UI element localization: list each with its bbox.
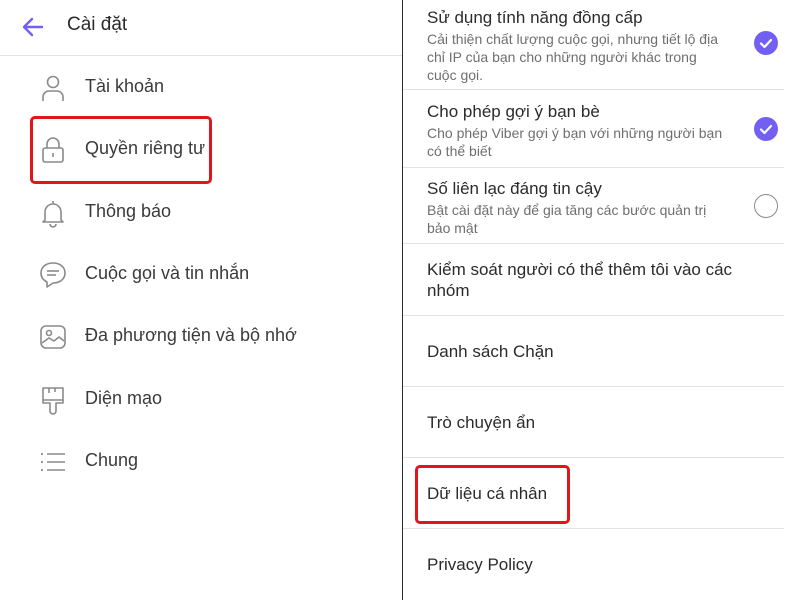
list-icon [41, 453, 65, 471]
setting-description: Cho phép Viber gợi ý bạn với những người… [427, 125, 723, 159]
sidebar-item-label: Cuộc gọi và tin nhắn [85, 263, 250, 283]
sidebar-item-privacy[interactable]: Quyền riêng tư [0, 125, 402, 175]
link-label: Danh sách Chặn [427, 342, 554, 361]
privacy-settings-panel: Sử dụng tính năng đồng cấp Cải thiện chấ… [403, 0, 800, 600]
check-icon [759, 124, 773, 135]
link-label: Kiểm soát người có thể thêm tôi vào các … [427, 260, 733, 300]
setting-friend-suggestions[interactable]: Cho phép gợi ý bạn bè Cho phép Viber gợi… [403, 90, 784, 168]
link-personal-data[interactable]: Dữ liệu cá nhân [403, 458, 784, 529]
setting-description: Bật cài đặt này để gia tăng các bước quả… [427, 202, 707, 236]
sidebar-item-label: Tài khoản [85, 76, 165, 96]
link-label: Privacy Policy [427, 555, 533, 574]
sidebar-item-label: Diện mạo [85, 388, 163, 408]
app-bar: Cài đặt [0, 0, 402, 56]
sidebar-item-label: Chung [85, 450, 139, 470]
sidebar-item-label: Đa phương tiện và bộ nhớ [85, 325, 297, 345]
setting-trusted-contacts[interactable]: Số liên lạc đáng tin cậy Bật cài đặt này… [403, 168, 784, 244]
setting-title: Cho phép gợi ý bạn bè [427, 102, 600, 121]
page-title: Cài đặt [67, 14, 128, 35]
setting-title: Sử dụng tính năng đồng cấp [427, 8, 643, 27]
link-block-list[interactable]: Danh sách Chặn [403, 316, 784, 387]
image-icon [40, 325, 66, 349]
link-label: Dữ liệu cá nhân [427, 484, 548, 503]
sidebar-item-account[interactable]: Tài khoản [0, 63, 402, 113]
sidebar-item-media-storage[interactable]: Đa phương tiện và bộ nhớ [0, 312, 402, 362]
checkbox-checked[interactable] [754, 31, 778, 55]
sidebar-item-notifications[interactable]: Thông báo [0, 188, 402, 238]
link-privacy-policy[interactable]: Privacy Policy [403, 529, 784, 600]
user-icon [42, 75, 64, 101]
paintbrush-icon [42, 387, 64, 415]
chat-icon [40, 262, 66, 288]
settings-sidebar: Cài đặt Tài khoản Quyền riêng tư Thông b… [0, 0, 402, 600]
lock-icon [42, 137, 64, 163]
bell-icon [42, 201, 64, 228]
sidebar-item-general[interactable]: Chung [0, 437, 402, 487]
setting-description: Cải thiện chất lượng cuộc gọi, nhưng tiế… [427, 31, 718, 83]
setting-peer-to-peer[interactable]: Sử dụng tính năng đồng cấp Cải thiện chấ… [403, 0, 784, 90]
link-group-permissions[interactable]: Kiểm soát người có thể thêm tôi vào các … [403, 244, 784, 316]
check-icon [759, 38, 773, 49]
sidebar-item-appearance[interactable]: Diện mạo [0, 375, 402, 425]
link-label: Trò chuyện ẩn [427, 413, 536, 432]
checkbox-unchecked[interactable] [754, 194, 778, 218]
sidebar-item-label: Thông báo [85, 201, 172, 221]
arrow-left-icon[interactable] [20, 14, 46, 40]
sidebar-item-calls-messages[interactable]: Cuộc gọi và tin nhắn [0, 250, 402, 300]
sidebar-item-label: Quyền riêng tư [85, 138, 206, 158]
setting-title: Số liên lạc đáng tin cậy [427, 179, 602, 198]
link-hidden-chats[interactable]: Trò chuyện ẩn [403, 387, 784, 458]
checkbox-checked[interactable] [754, 117, 778, 141]
